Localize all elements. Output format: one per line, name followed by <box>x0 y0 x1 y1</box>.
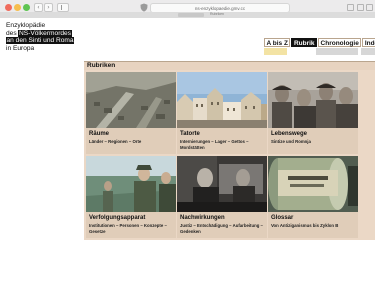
verfolgungsapparat-photo <box>86 156 176 212</box>
tile-nachwirkungen[interactable]: Nachwirkungen Justiz – Entschädigung – A… <box>177 156 267 238</box>
privacy-shield-icon[interactable] <box>140 3 148 12</box>
tile-subtitle: Institutionen – Personen – Konzepte – Ge… <box>89 223 167 234</box>
logo-line-1: Enzyklopädie <box>6 22 46 29</box>
tile-title: Verfolgungsapparat <box>89 215 146 221</box>
tatorte-photo <box>177 72 267 128</box>
tile-title: Lebenswege <box>271 131 308 137</box>
site-logo[interactable]: Enzyklopädie des NS-Völkermordes an den … <box>6 22 86 52</box>
back-arrow-icon[interactable]: ‹ <box>34 3 43 12</box>
url-text: ns-enzyklopaedie.gmv.cc <box>194 6 246 11</box>
logo-highlight-1: NS-Völkermordes <box>18 29 72 37</box>
glossar-photo <box>268 156 358 212</box>
tile-subtitle: Sintize und Romnja <box>271 139 311 144</box>
logo-line-3: an den Sinti und Roma <box>6 37 86 45</box>
raeume-photo <box>86 72 176 128</box>
forward-arrow-icon[interactable]: › <box>44 3 53 12</box>
tile-subtitle: Justiz – Entschädigung – Aufarbeitung – … <box>180 223 263 234</box>
tile-subtitle: Von Antiziganismus bis Zyklon B <box>271 223 339 228</box>
tile-title: Räume <box>89 131 110 137</box>
lebenswege-photo <box>268 72 358 128</box>
tile-tatorte[interactable]: Tatorte Internierungen – Lager – Gettos … <box>177 72 267 154</box>
new-tab-icon[interactable] <box>357 4 364 11</box>
tab-bar: Rubriken <box>0 12 375 18</box>
tab-overview-icon[interactable] <box>366 4 373 11</box>
logo-prefix: des <box>6 29 17 37</box>
tile-title: Nachwirkungen <box>180 215 225 221</box>
browser-toolbar: ‹ › ns-enzyklopaedie.gmv.cc Rubriken <box>0 0 375 18</box>
tab-index[interactable]: Inde <box>362 38 375 47</box>
tab-a-bis-z[interactable]: A bis Z <box>264 38 291 47</box>
tile-glossar[interactable]: Glossar Von Antiziganismus bis Zyklon B <box>268 156 358 238</box>
close-window-button[interactable] <box>5 4 12 11</box>
rubriken-title: Rubriken <box>87 62 116 69</box>
sidebar-toggle-icon[interactable] <box>57 3 69 12</box>
tab-chronologie-indicator <box>316 48 358 55</box>
tab-chronologie[interactable]: Chronologie <box>318 38 362 47</box>
tile-subtitle: Internierungen – Lager – Gettos – Mordst… <box>180 139 249 150</box>
nachwirkungen-photo <box>177 156 267 212</box>
tile-raeume[interactable]: Räume Länder – Regionen – Orte <box>86 72 176 154</box>
tab-rubrik[interactable]: Rubrik <box>291 38 318 47</box>
tile-title: Tatorte <box>180 131 200 137</box>
tile-subtitle: Länder – Regionen – Orte <box>89 139 142 144</box>
minimize-window-button[interactable] <box>14 4 21 11</box>
maximize-window-button[interactable] <box>23 4 30 11</box>
main-nav: A bis Z Rubrik Chronologie Inde <box>264 38 375 47</box>
tab-label: Rubriken <box>210 12 225 16</box>
logo-line-4: in Europa <box>6 44 35 52</box>
tile-lebenswege[interactable]: Lebenswege Sintize und Romnja <box>268 72 358 154</box>
active-tab[interactable] <box>178 13 204 17</box>
tile-verfolgungsapparat[interactable]: Verfolgungsapparat Institutionen – Perso… <box>86 156 176 238</box>
tile-title: Glossar <box>271 215 294 221</box>
logo-line-2: des NS-Völkermordes <box>6 29 86 38</box>
rubriken-header: Rubriken <box>84 61 375 70</box>
tab-a-bis-z-indicator <box>264 48 287 55</box>
logo-highlight-2: an den Sinti und Roma <box>6 37 75 45</box>
tab-index-indicator <box>361 48 375 55</box>
share-icon[interactable] <box>347 4 354 11</box>
